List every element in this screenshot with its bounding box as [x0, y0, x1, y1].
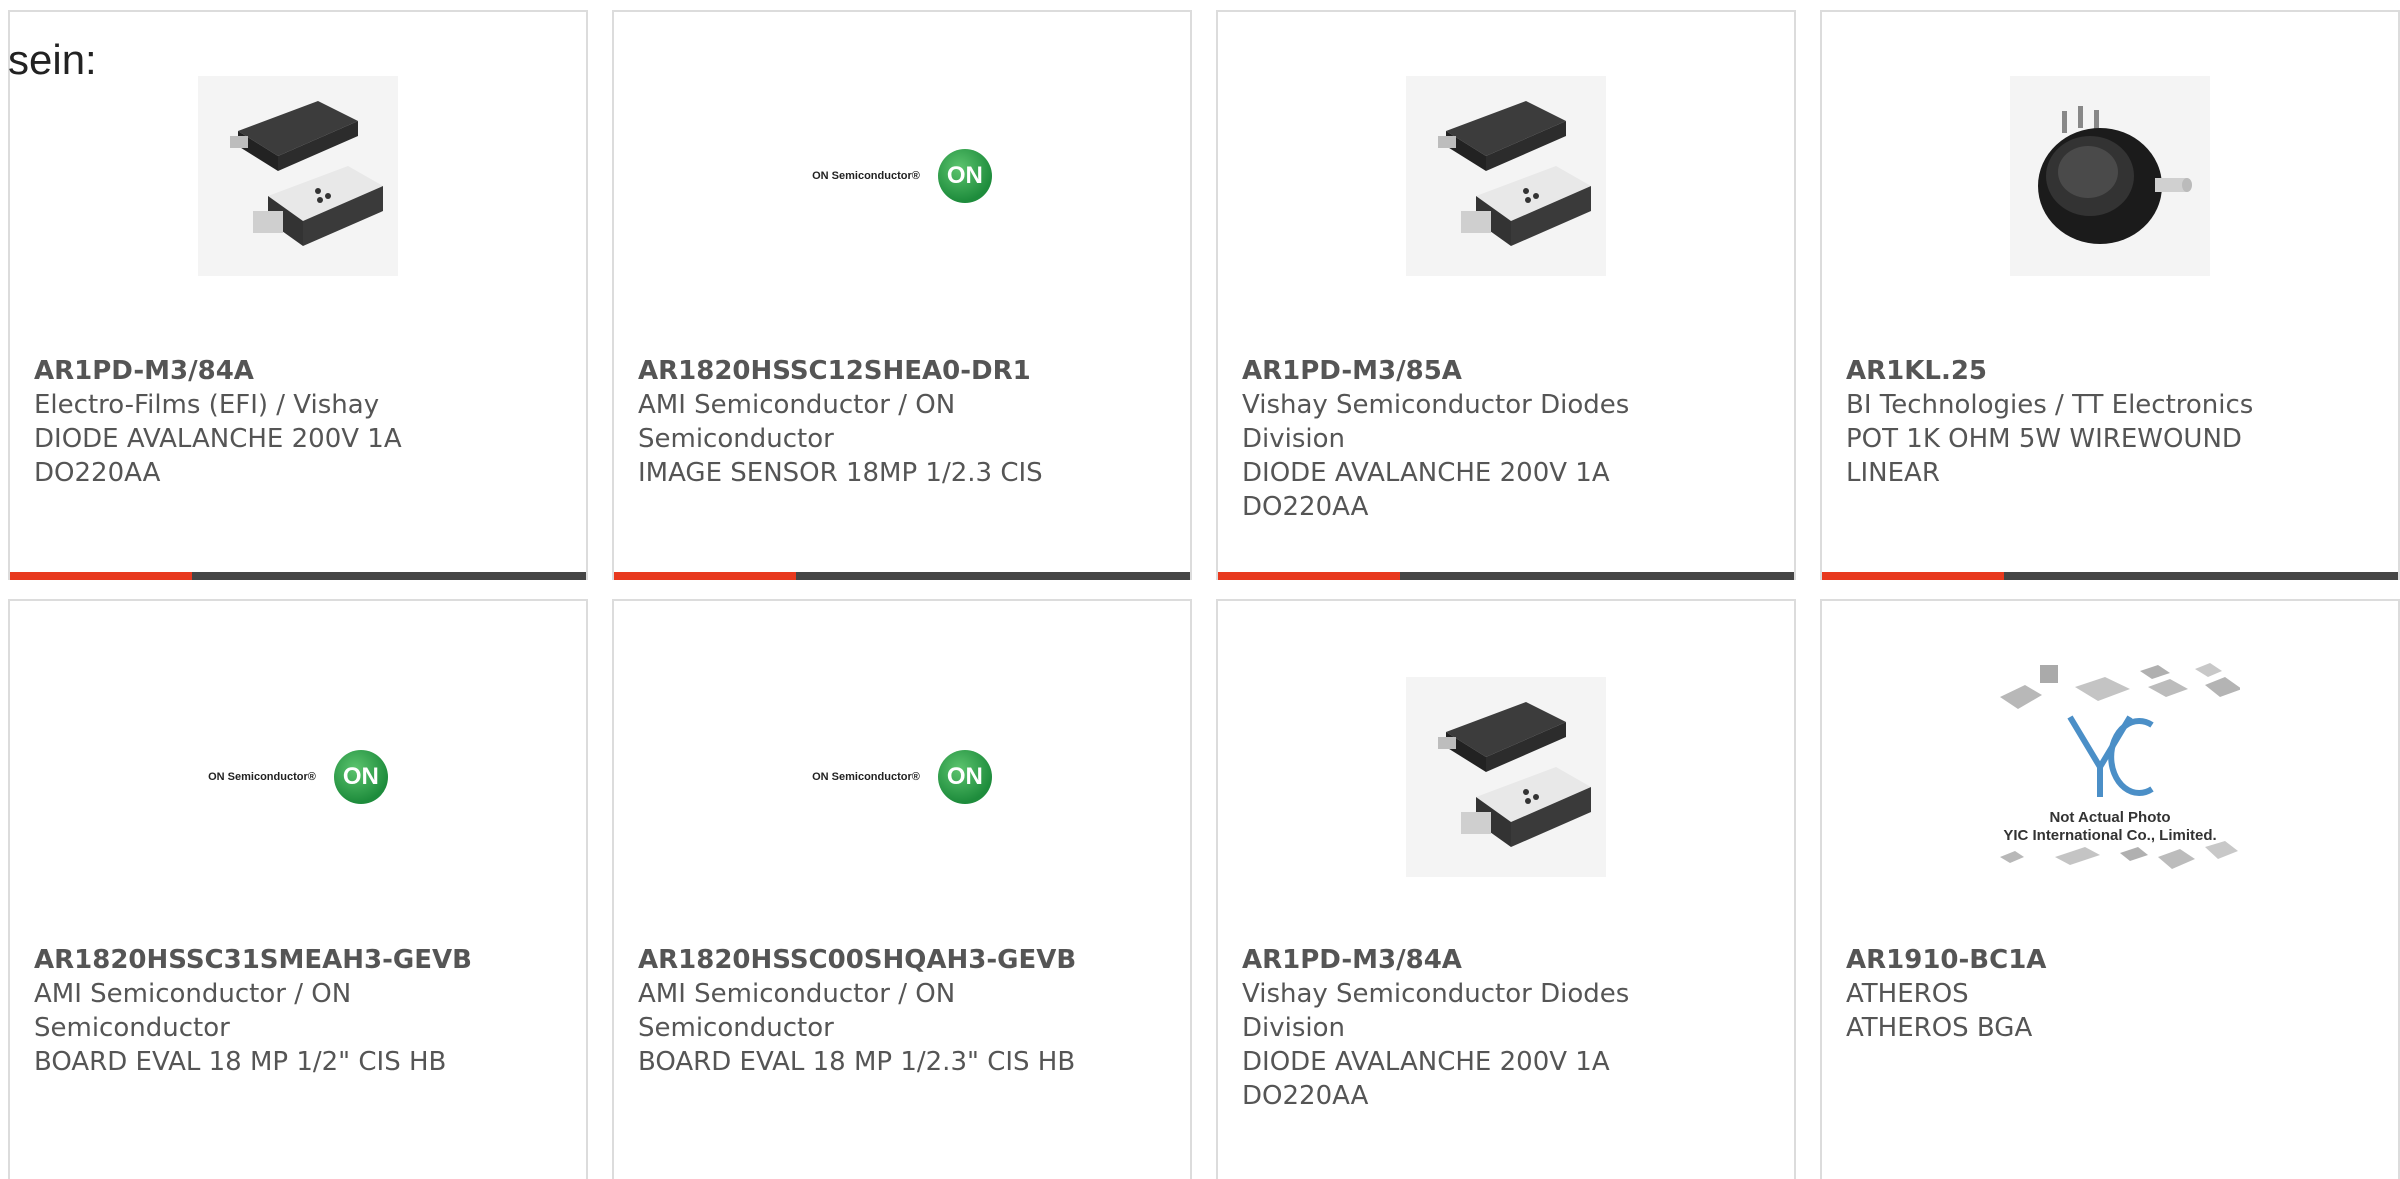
- product-info: AR1KL.25 BI Technologies / TT Electronic…: [1846, 354, 2374, 490]
- manufacturer: Vishay Semiconductor Diodes Division: [1242, 979, 1630, 1043]
- part-number[interactable]: AR1820HSSC31SMEAH3-GEVB: [34, 943, 562, 977]
- card-bottom-bar: [1218, 572, 1794, 580]
- manufacturer: AMI Semiconductor / ON Semiconductor: [638, 979, 956, 1043]
- product-info: AR1PD-M3/84A Electro-Films (EFI) / Visha…: [34, 354, 562, 490]
- card-bottom-bar: [614, 572, 1190, 580]
- part-number[interactable]: AR1820HSSC00SHQAH3-GEVB: [638, 943, 1166, 977]
- product-image[interactable]: [1218, 667, 1794, 887]
- product-card[interactable]: ON Semiconductor® ON AR1820HSSC00SHQAH3-…: [612, 599, 1192, 1179]
- diode-package-icon: [1406, 76, 1606, 276]
- product-image[interactable]: ON Semiconductor® ON: [10, 667, 586, 887]
- product-info: AR1820HSSC00SHQAH3-GEVB AMI Semiconducto…: [638, 943, 1166, 1079]
- product-info: AR1820HSSC31SMEAH3-GEVB AMI Semiconducto…: [34, 943, 562, 1079]
- diode-package-icon: [1406, 677, 1606, 877]
- product-image[interactable]: ON Semiconductor® ON: [614, 66, 1190, 286]
- yic-placeholder-icon: Not Actual Photo YIC International Co., …: [1980, 657, 2240, 897]
- part-number[interactable]: AR1PD-M3/85A: [1242, 354, 1770, 388]
- product-card[interactable]: AR1PD-M3/84A Electro-Films (EFI) / Visha…: [8, 10, 588, 580]
- card-bottom-bar: [1822, 572, 2398, 580]
- product-card[interactable]: AR1PD-M3/84A Vishay Semiconductor Diodes…: [1216, 599, 1796, 1179]
- part-number[interactable]: AR1KL.25: [1846, 354, 2374, 388]
- on-semiconductor-logo-icon: ON Semiconductor® ON: [812, 750, 992, 804]
- potentiometer-icon: [2010, 76, 2210, 276]
- manufacturer: BI Technologies / TT Electronics: [1846, 390, 2254, 420]
- product-card[interactable]: AR1PD-M3/85A Vishay Semiconductor Diodes…: [1216, 10, 1796, 580]
- description: POT 1K OHM 5W WIREWOUND LINEAR: [1846, 424, 2242, 488]
- product-image[interactable]: ON Semiconductor® ON: [614, 667, 1190, 887]
- product-card[interactable]: Not Actual Photo YIC International Co., …: [1820, 599, 2400, 1179]
- manufacturer: AMI Semiconductor / ON Semiconductor: [638, 390, 956, 454]
- diode-package-icon: [198, 76, 398, 276]
- product-info: AR1910-BC1A ATHEROS ATHEROS BGA: [1846, 943, 2374, 1045]
- part-number[interactable]: AR1PD-M3/84A: [1242, 943, 1770, 977]
- on-semiconductor-logo-icon: ON Semiconductor® ON: [208, 750, 388, 804]
- product-image[interactable]: Not Actual Photo YIC International Co., …: [1822, 663, 2398, 887]
- intro-text: sein:: [8, 36, 97, 83]
- part-number[interactable]: AR1PD-M3/84A: [34, 354, 562, 388]
- part-number[interactable]: AR1820HSSC12SHEA0-DR1: [638, 354, 1166, 388]
- card-bottom-bar: [10, 572, 586, 580]
- manufacturer: Electro-Films (EFI) / Vishay: [34, 390, 380, 420]
- manufacturer: ATHEROS: [1846, 979, 1969, 1009]
- product-info: AR1PD-M3/85A Vishay Semiconductor Diodes…: [1242, 354, 1770, 524]
- description: DIODE AVALANCHE 200V 1A DO220AA: [1242, 1047, 1610, 1111]
- product-image[interactable]: [1218, 66, 1794, 286]
- part-number[interactable]: AR1910-BC1A: [1846, 943, 2374, 977]
- description: DIODE AVALANCHE 200V 1A DO220AA: [34, 424, 402, 488]
- description: BOARD EVAL 18 MP 1/2.3" CIS HB: [638, 1047, 1076, 1077]
- product-card[interactable]: AR1KL.25 BI Technologies / TT Electronic…: [1820, 10, 2400, 580]
- product-image[interactable]: [1822, 66, 2398, 286]
- product-info: AR1820HSSC12SHEA0-DR1 AMI Semiconductor …: [638, 354, 1166, 490]
- on-semiconductor-logo-icon: ON Semiconductor® ON: [812, 149, 992, 203]
- product-image[interactable]: [10, 66, 586, 286]
- manufacturer: Vishay Semiconductor Diodes Division: [1242, 390, 1630, 454]
- description: BOARD EVAL 18 MP 1/2" CIS HB: [34, 1047, 447, 1077]
- manufacturer: AMI Semiconductor / ON Semiconductor: [34, 979, 352, 1043]
- description: ATHEROS BGA: [1846, 1013, 2033, 1043]
- product-info: AR1PD-M3/84A Vishay Semiconductor Diodes…: [1242, 943, 1770, 1113]
- product-card[interactable]: ON Semiconductor® ON AR1820HSSC12SHEA0-D…: [612, 10, 1192, 580]
- description: DIODE AVALANCHE 200V 1A DO220AA: [1242, 458, 1610, 522]
- product-card[interactable]: ON Semiconductor® ON AR1820HSSC31SMEAH3-…: [8, 599, 588, 1179]
- description: IMAGE SENSOR 18MP 1/2.3 CIS: [638, 458, 1043, 488]
